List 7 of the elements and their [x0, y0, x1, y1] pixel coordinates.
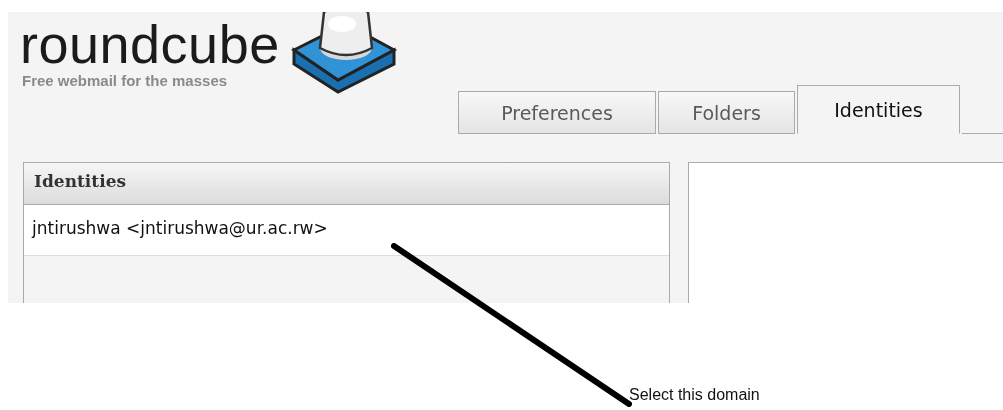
tab[interactable]: Identities	[797, 85, 960, 134]
tagline: Free webmail for the masses	[21, 72, 229, 90]
identity-row[interactable]: jntirushwa <jntirushwa@ur.ac.rw>	[24, 205, 669, 256]
logo-wordmark: roundcube	[20, 16, 280, 72]
tab[interactable]: Folders	[658, 91, 795, 134]
tab[interactable]: Preferences	[458, 91, 656, 134]
annotation-label: Select this domain	[629, 386, 760, 404]
